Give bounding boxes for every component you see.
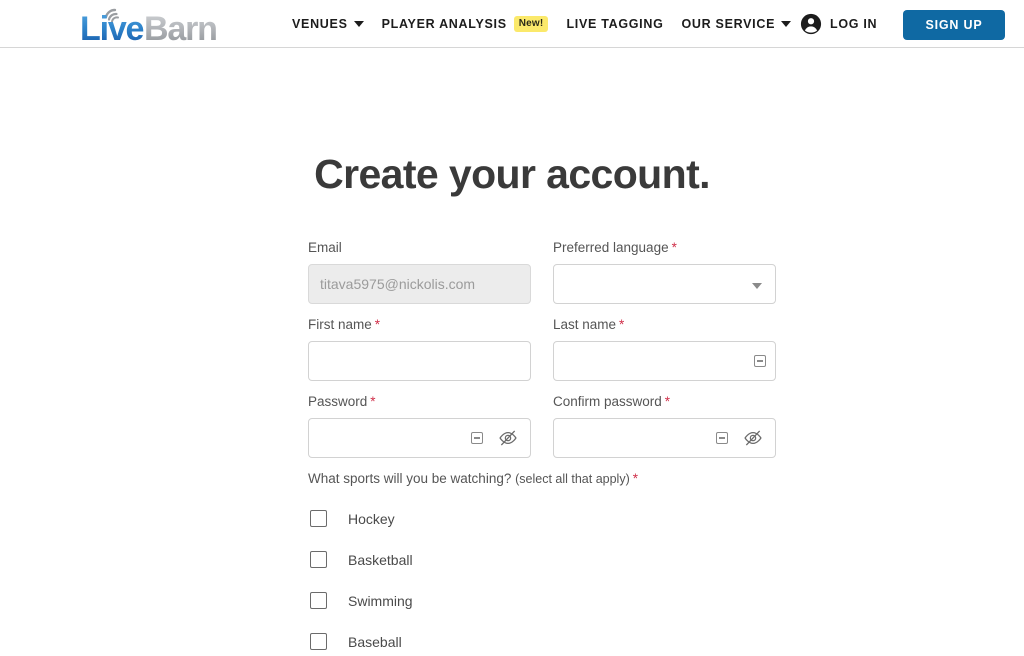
- required-asterisk: *: [370, 394, 376, 409]
- confirm-password-label: Confirm password *: [553, 394, 776, 410]
- chevron-down-icon: [353, 21, 364, 27]
- login-label: LOG IN: [830, 17, 878, 31]
- sports-question-hint: (select all that apply): [515, 472, 630, 486]
- toggle-password-visibility-icon[interactable]: [498, 428, 518, 448]
- password-label: Password *: [308, 394, 531, 410]
- field-first-name: First name *: [308, 317, 531, 381]
- last-name-label: Last name *: [553, 317, 776, 333]
- account-person-icon: [800, 13, 822, 35]
- field-last-name: Last name *: [553, 317, 776, 381]
- form-row-email-language: Email Preferred language*: [308, 240, 776, 304]
- page-title: Create your account.: [314, 151, 710, 197]
- password-label-text: Password: [308, 394, 368, 409]
- email-label-text: Email: [308, 240, 342, 255]
- checkbox-label-baseball: Baseball: [348, 633, 402, 650]
- field-preferred-language: Preferred language *: [553, 240, 776, 304]
- login-button[interactable]: LOG IN: [800, 0, 877, 48]
- last-name-input[interactable]: [553, 341, 776, 381]
- checkbox-row-swimming[interactable]: Swimming: [308, 580, 776, 621]
- last-name-label-text: Last name: [553, 317, 617, 332]
- svg-text:Barn: Barn: [144, 10, 217, 44]
- sports-question: What sports will you be watching? (selec…: [308, 471, 776, 486]
- checkbox-row-basketball[interactable]: Basketball: [308, 539, 776, 580]
- checkbox-label-hockey: Hockey: [348, 510, 395, 527]
- checkbox-row-hockey[interactable]: Hockey: [308, 498, 776, 539]
- checkbox-hockey[interactable]: [310, 510, 327, 527]
- livebarn-logo[interactable]: Live Barn: [78, 4, 218, 48]
- email-label: Email: [308, 240, 531, 256]
- sports-question-text: What sports will you be watching?: [308, 471, 512, 486]
- preferred-language-label: Preferred language *: [553, 240, 776, 256]
- toggle-password-visibility-icon[interactable]: [743, 428, 763, 448]
- checkbox-row-baseball[interactable]: Baseball: [308, 621, 776, 656]
- required-asterisk: *: [632, 471, 639, 486]
- first-name-label-text: First name: [308, 317, 372, 332]
- required-asterisk: *: [619, 317, 625, 332]
- checkbox-swimming[interactable]: [310, 592, 327, 609]
- first-name-input[interactable]: [308, 341, 531, 381]
- chevron-down-icon: [781, 21, 792, 27]
- main-content: Create your account. Email Preferred lan…: [0, 48, 1024, 656]
- nav-item-live-tagging[interactable]: LIVE TAGGING: [566, 17, 663, 31]
- nav-item-live-tagging-label: LIVE TAGGING: [566, 17, 664, 31]
- preferred-language-label-text: Preferred language: [553, 240, 669, 255]
- nav-item-venues[interactable]: VENUES: [292, 17, 364, 31]
- dropdown-arrow-icon: [752, 283, 762, 289]
- field-email: Email: [308, 240, 531, 304]
- nav-item-player-analysis-label: PLAYER ANALYSIS: [381, 17, 507, 31]
- field-password: Password *: [308, 394, 531, 458]
- checkbox-baseball[interactable]: [310, 633, 327, 650]
- form-row-passwords: Password * Confirm password *: [308, 394, 776, 458]
- nav-item-venues-label: VENUES: [292, 17, 348, 31]
- email-input: [308, 264, 531, 304]
- preferred-language-select[interactable]: [553, 264, 776, 304]
- required-asterisk: *: [374, 317, 381, 332]
- field-confirm-password: Confirm password *: [553, 394, 776, 458]
- required-asterisk: *: [664, 394, 671, 409]
- nav-item-our-service[interactable]: OUR SERVICE: [682, 17, 792, 31]
- create-account-form: Email Preferred language* First name*: [308, 240, 776, 656]
- form-row-names: First name * Last name *: [308, 317, 776, 381]
- required-asterisk: *: [671, 240, 677, 255]
- main-navigation: VENUES PLAYER ANALYSIS New! LIVE TAGGING…: [292, 0, 809, 48]
- page-scrollbar[interactable]: [1009, 96, 1024, 656]
- confirm-password-label-text: Confirm password: [553, 394, 662, 409]
- svg-text:Live: Live: [80, 10, 144, 44]
- nav-item-player-analysis[interactable]: PLAYER ANALYSIS New!: [382, 16, 549, 32]
- signup-button[interactable]: SIGN UP: [903, 10, 1005, 40]
- checkbox-label-basketball: Basketball: [348, 551, 413, 568]
- nav-item-our-service-label: OUR SERVICE: [681, 17, 776, 31]
- site-header: Live Barn VENUES PLAYER ANALYSIS New! LI…: [0, 0, 1024, 50]
- new-badge: New!: [513, 16, 549, 32]
- first-name-label: First name *: [308, 317, 531, 333]
- checkbox-label-swimming: Swimming: [348, 592, 413, 609]
- checkbox-basketball[interactable]: [310, 551, 327, 568]
